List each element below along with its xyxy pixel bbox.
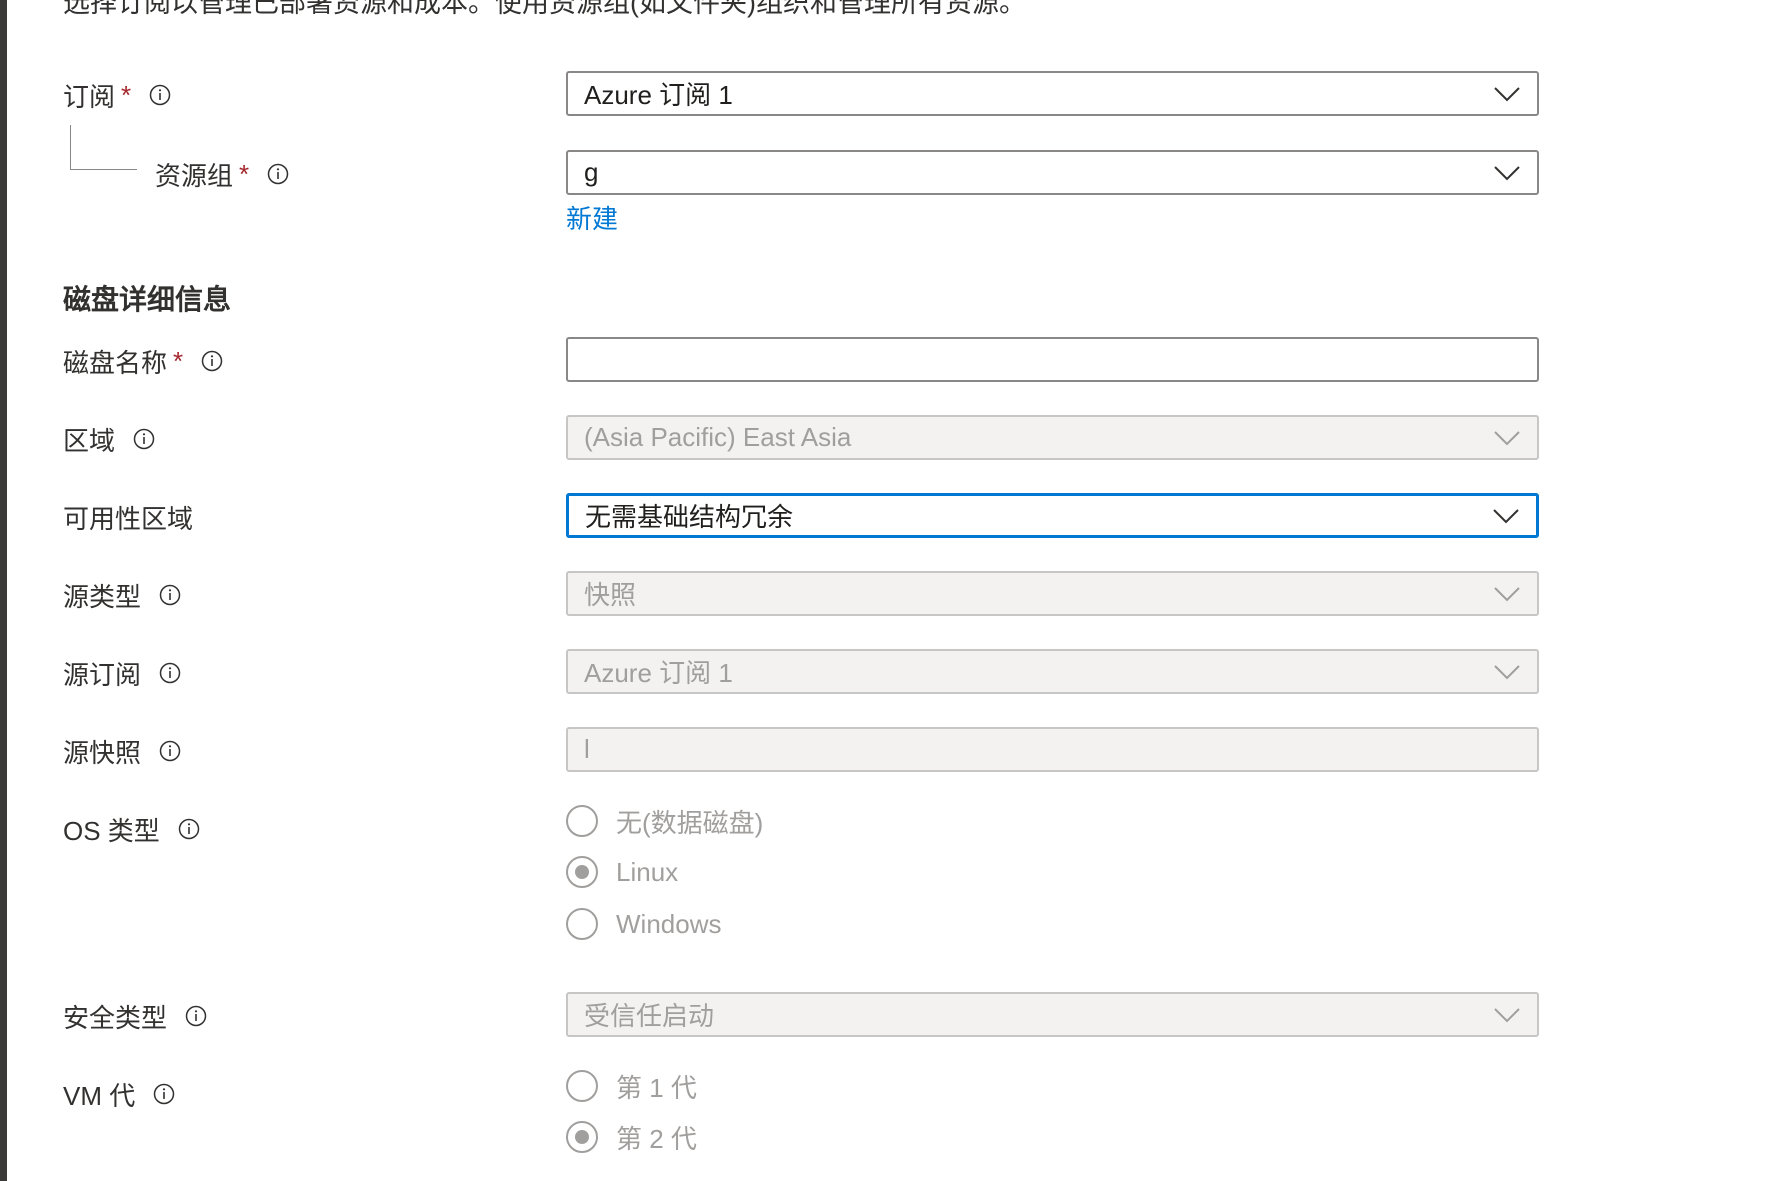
info-icon[interactable] — [133, 428, 155, 450]
create-new-resource-group-link[interactable]: 新建 — [566, 199, 618, 236]
vm-generation-option-gen1[interactable]: 第 1 代 — [566, 1066, 697, 1106]
region-dropdown[interactable]: (Asia Pacific) East Asia — [566, 415, 1539, 460]
availability-zone-label: 可用性区域 — [63, 503, 194, 534]
chevron-down-icon — [1494, 586, 1520, 601]
tree-connector — [70, 125, 137, 170]
info-icon[interactable] — [153, 1083, 175, 1105]
required-mark: * — [173, 345, 184, 376]
disk-name-label: 磁盘名称 * — [63, 337, 223, 385]
window-left-edge — [0, 0, 7, 1181]
radio-button[interactable] — [566, 908, 598, 940]
vm-generation-label: VM 代 — [63, 1070, 175, 1118]
vm-generation-option-gen2[interactable]: 第 2 代 — [566, 1117, 697, 1157]
source-subscription-label: 源订阅 — [63, 649, 181, 697]
os-type-option-none[interactable]: 无(数据磁盘) — [566, 801, 763, 841]
intro-text: 选择订阅以管理已部署资源和成本。使用资源组(如文件夹)组织和管理所有资源。 — [63, 0, 1026, 18]
radio-button-selected[interactable] — [566, 856, 598, 888]
disk-details-heading: 磁盘详细信息 — [63, 284, 232, 315]
chevron-down-icon — [1493, 508, 1519, 523]
info-icon[interactable] — [159, 662, 181, 684]
source-type-label: 源类型 — [63, 571, 181, 619]
chevron-down-icon — [1494, 430, 1520, 445]
os-type-label: OS 类型 — [63, 805, 200, 853]
info-icon[interactable] — [149, 84, 171, 106]
source-type-dropdown[interactable]: 快照 — [566, 571, 1539, 616]
os-type-option-linux[interactable]: Linux — [566, 852, 678, 892]
chevron-down-icon — [1494, 86, 1520, 101]
availability-zone-dropdown[interactable]: 无需基础结构冗余 — [566, 493, 1539, 538]
info-icon[interactable] — [178, 818, 200, 840]
source-snapshot-label: 源快照 — [63, 727, 181, 775]
chevron-down-icon — [1494, 664, 1520, 679]
chevron-down-icon — [1494, 1007, 1520, 1022]
disk-name-input[interactable] — [566, 337, 1539, 382]
subscription-dropdown[interactable]: Azure 订阅 1 — [566, 71, 1539, 116]
security-type-label: 安全类型 — [63, 992, 207, 1040]
info-icon[interactable] — [185, 1005, 207, 1027]
info-icon[interactable] — [267, 163, 289, 185]
radio-button-selected[interactable] — [566, 1121, 598, 1153]
chevron-down-icon — [1494, 165, 1520, 180]
resource-group-label: 资源组 * — [155, 150, 289, 198]
resource-group-dropdown[interactable]: g — [566, 150, 1539, 195]
radio-button[interactable] — [566, 1070, 598, 1102]
security-type-dropdown[interactable]: 受信任启动 — [566, 992, 1539, 1037]
radio-button[interactable] — [566, 805, 598, 837]
info-icon[interactable] — [159, 584, 181, 606]
required-mark: * — [121, 79, 132, 110]
source-subscription-dropdown[interactable]: Azure 订阅 1 — [566, 649, 1539, 694]
os-type-option-windows[interactable]: Windows — [566, 904, 721, 944]
info-icon[interactable] — [201, 350, 223, 372]
subscription-label: 订阅 * — [63, 71, 171, 119]
source-snapshot-input[interactable]: l — [566, 727, 1539, 772]
info-icon[interactable] — [159, 740, 181, 762]
required-mark: * — [239, 158, 250, 189]
region-label: 区域 — [63, 415, 155, 463]
